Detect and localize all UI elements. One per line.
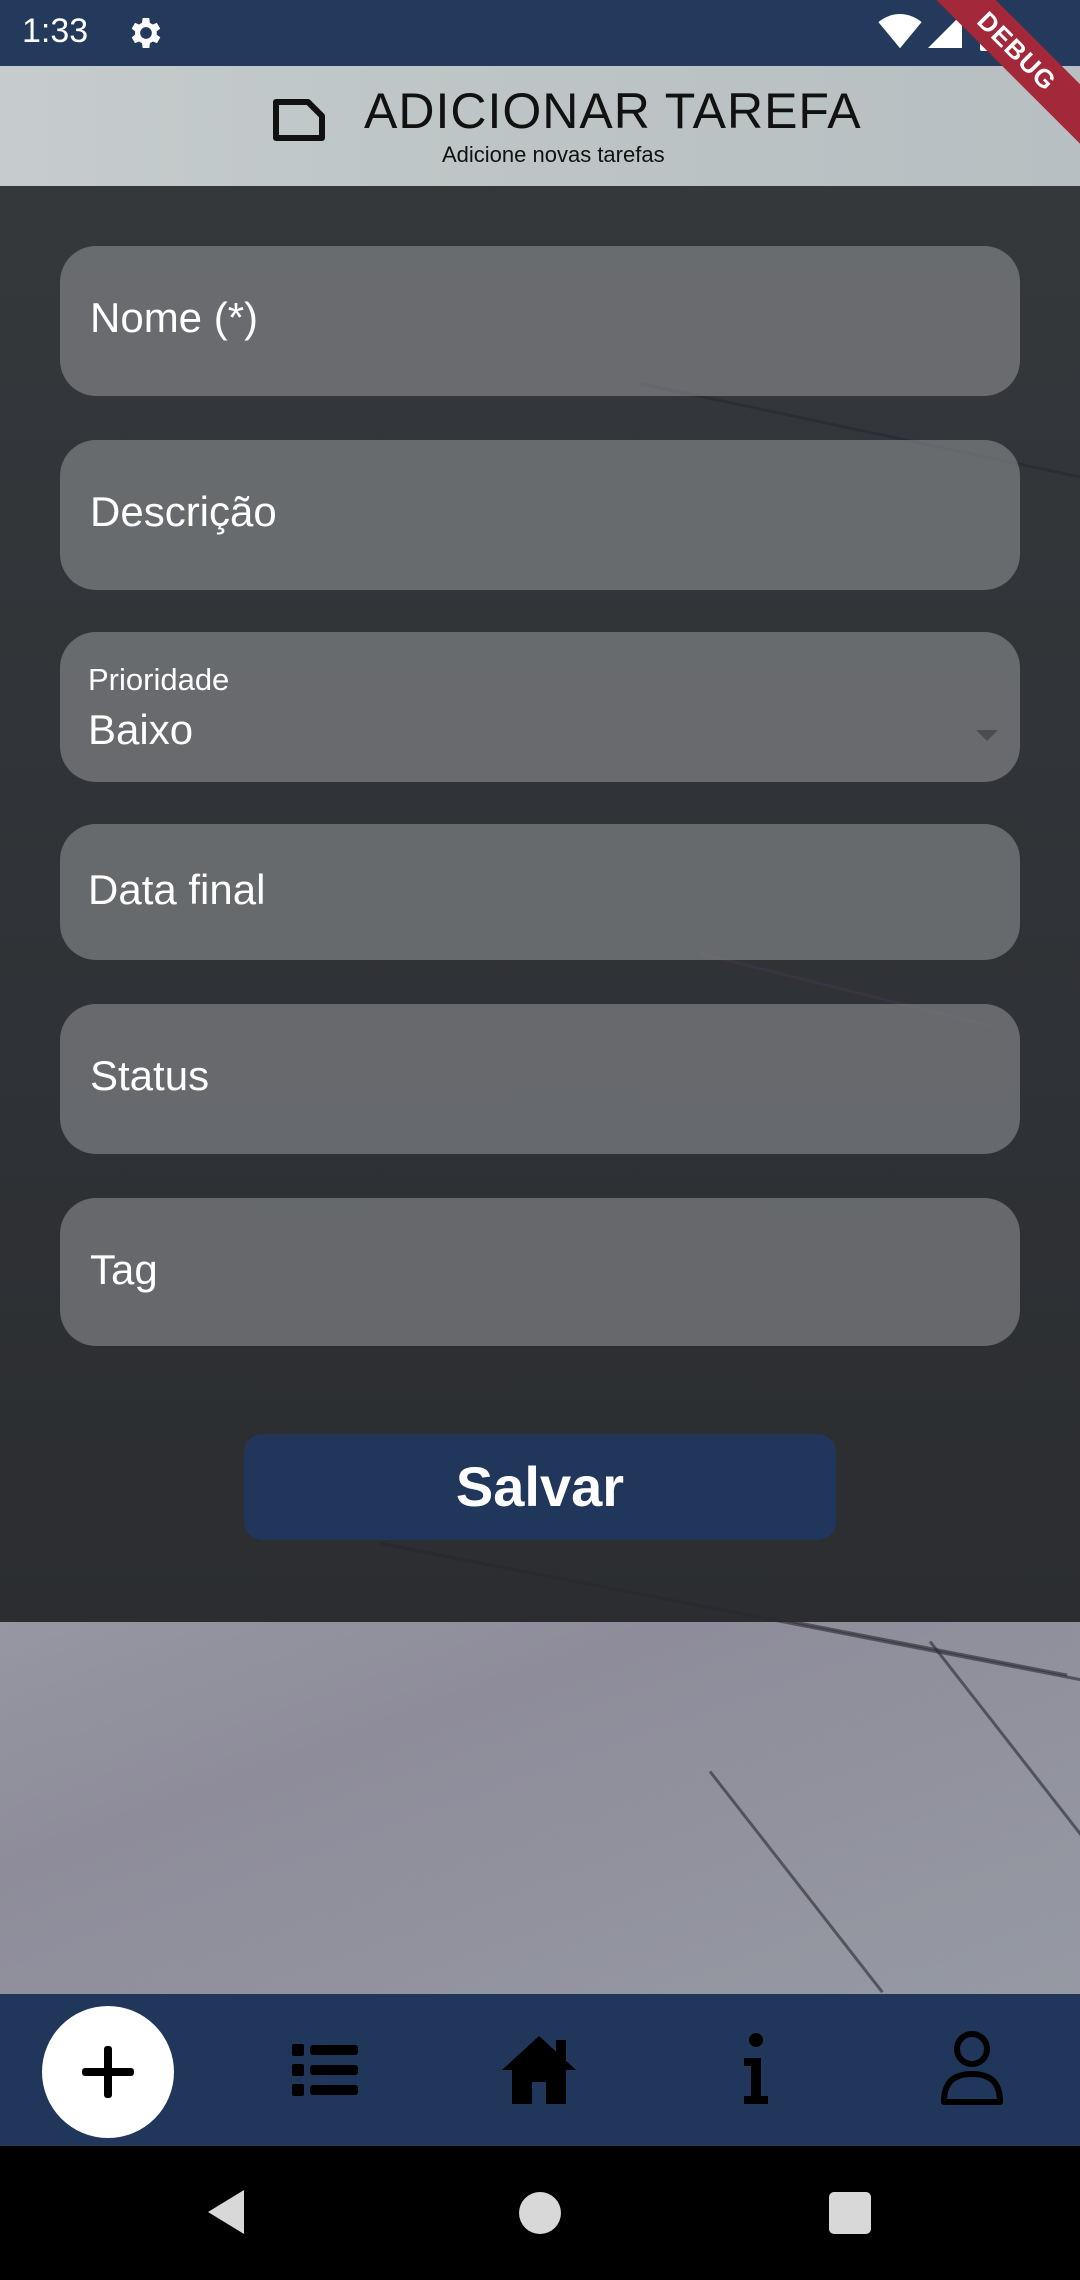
home-circle-icon[interactable] [519,2192,561,2234]
description-field-label: Descrição [90,488,277,535]
add-task-button[interactable] [42,2006,174,2138]
name-field[interactable]: Nome (*) [60,246,1020,396]
task-form: Nome (*) Descrição Prioridade Baixo Data… [0,186,1080,1683]
page-title: ADICIONAR TAREFA [364,83,862,139]
due-date-field[interactable]: Data final [60,824,1020,960]
priority-label: Prioridade [88,662,230,697]
app-bar: ADICIONAR TAREFA Adicione novas tarefas [0,66,1080,186]
dropdown-arrow-icon [976,730,998,741]
back-icon[interactable] [206,2188,246,2236]
person-icon[interactable] [940,2030,1004,2106]
home-icon[interactable] [500,2034,578,2106]
settings-gear-icon [131,18,161,48]
list-icon[interactable] [290,2042,360,2098]
status-time: 1:33 [22,12,89,50]
tag-field[interactable]: Tag [60,1198,1020,1346]
name-field-label: Nome (*) [90,294,259,341]
priority-value: Baixo [88,706,194,753]
add-icon [82,2046,134,2098]
status-field[interactable]: Status [60,1004,1020,1154]
status-bar: 1:33 [0,0,1080,66]
page-subtitle: Adicione novas tarefas [442,142,665,167]
description-field[interactable]: Descrição [60,440,1020,590]
bottom-navigation [0,1994,1080,2146]
status-field-label: Status [90,1052,210,1099]
priority-dropdown[interactable]: Prioridade Baixo [60,632,1020,782]
note-icon [273,99,325,141]
tag-field-label: Tag [90,1246,158,1293]
background-streak [379,1542,1080,1683]
save-button[interactable]: Salvar [244,1434,836,1540]
system-navigation-bar [0,2146,1080,2280]
due-date-field-label: Data final [88,866,266,913]
background-streak [708,1770,884,1994]
wifi-icon [878,14,922,49]
recent-apps-icon[interactable] [829,2192,871,2234]
info-icon[interactable] [740,2032,772,2108]
